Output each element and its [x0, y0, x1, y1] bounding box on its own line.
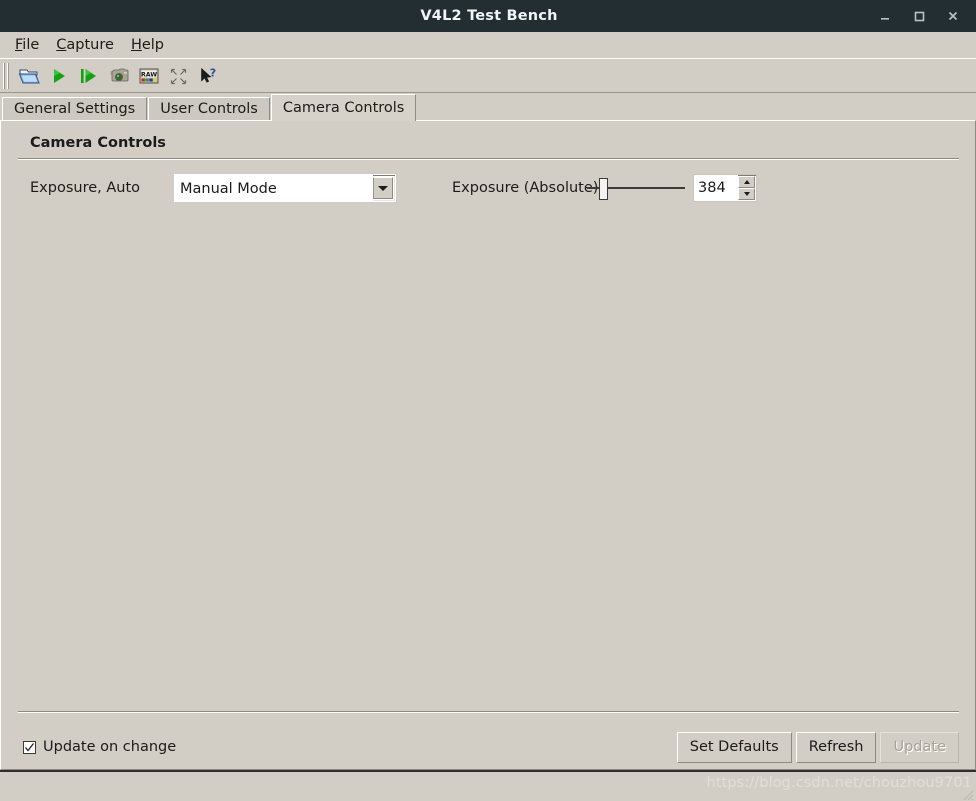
exposure-auto-label: Exposure, Auto: [30, 180, 141, 196]
tab-camera-controls[interactable]: Camera Controls: [270, 94, 417, 121]
whats-this-icon: ?: [201, 66, 216, 82]
toolbar-drag-handle[interactable]: [3, 62, 11, 89]
group-title: Camera Controls: [30, 135, 166, 151]
set-defaults-button[interactable]: Set Defaults: [676, 731, 792, 763]
play-step-icon: [81, 68, 96, 83]
toolbar-fullscreen[interactable]: [164, 61, 194, 91]
svg-text:?: ?: [210, 66, 216, 79]
menu-capture[interactable]: Capture: [48, 35, 123, 55]
maximize-icon: [914, 11, 925, 22]
play-icon: [54, 68, 65, 83]
exposure-auto-value: Manual Mode: [175, 175, 373, 201]
menu-file-label: ile: [22, 37, 40, 53]
spinbox-decrement-button[interactable]: [738, 188, 755, 200]
exposure-absolute-label: Exposure (Absolute): [452, 180, 599, 196]
chevron-down-icon: [743, 192, 750, 196]
menu-file[interactable]: File: [7, 35, 48, 55]
open-folder-icon: [18, 69, 40, 83]
application-window: V4L2 Test Bench File Capture Help RAW ? …: [0, 0, 976, 801]
window-title: V4L2 Test Bench: [420, 8, 558, 24]
close-button[interactable]: [936, 1, 970, 31]
close-icon: [948, 11, 958, 21]
tab-general-settings[interactable]: General Settings: [2, 97, 148, 120]
minimize-icon: [881, 18, 889, 20]
menu-bar: File Capture Help: [0, 32, 976, 59]
minimize-button[interactable]: [868, 1, 902, 31]
title-bar: V4L2 Test Bench: [0, 0, 976, 32]
toolbar-play[interactable]: [44, 61, 74, 91]
exposure-auto-combobox[interactable]: Manual Mode: [174, 174, 396, 202]
slider-handle[interactable]: [599, 178, 608, 200]
update-on-change-checkbox[interactable]: Update on change: [23, 739, 176, 755]
chevron-down-icon: [378, 185, 388, 191]
camera-controls-panel: Camera Controls Exposure, Auto Manual Mo…: [0, 120, 976, 770]
checkmark-icon: [25, 742, 34, 751]
update-on-change-label: Update on change: [43, 739, 177, 755]
menu-help-mnemonic: H: [130, 37, 142, 53]
resize-grip-icon[interactable]: [960, 789, 974, 800]
tab-user-controls[interactable]: User Controls: [148, 97, 270, 120]
tab-bar: General Settings User Controls Camera Co…: [0, 93, 976, 121]
bottom-bar: Update on change Set Defaults Refresh Up…: [1, 713, 975, 769]
watermark-text: https://blog.csdn.net/chouzhou9701: [706, 775, 972, 791]
menu-capture-mnemonic: C: [56, 37, 67, 53]
exposure-absolute-value[interactable]: 384: [694, 175, 738, 201]
exposure-auto-dropdown-button[interactable]: [373, 177, 393, 199]
fullscreen-icon: [170, 68, 187, 84]
exposure-absolute-spinbox[interactable]: 384: [693, 174, 757, 202]
menu-capture-label: apture: [66, 37, 114, 53]
maximize-button[interactable]: [902, 1, 936, 31]
spinbox-buttons: [738, 176, 755, 200]
checkbox-box[interactable]: [23, 740, 36, 754]
action-buttons: Set Defaults Refresh Update: [676, 731, 959, 763]
status-bar: https://blog.csdn.net/chouzhou9701: [0, 770, 976, 801]
camera-icon: [110, 68, 129, 81]
panel-content: Camera Controls Exposure, Auto Manual Mo…: [1, 121, 975, 711]
spinbox-increment-button[interactable]: [738, 176, 755, 188]
toolbar-raw[interactable]: RAW: [134, 61, 164, 91]
refresh-button[interactable]: Refresh: [795, 731, 877, 763]
svg-text:RAW: RAW: [141, 71, 157, 78]
menu-help[interactable]: Help: [123, 35, 173, 55]
exposure-absolute-slider[interactable]: [587, 174, 685, 202]
toolbar-open[interactable]: [14, 61, 44, 91]
raw-icon: RAW: [139, 68, 159, 83]
toolbar-whats-this[interactable]: ?: [194, 61, 224, 91]
toolbar-snapshot[interactable]: [104, 61, 134, 91]
controls-area: Exposure, Auto Manual Mode Exposure (Abs…: [18, 160, 959, 202]
menu-help-label: elp: [141, 37, 164, 53]
chevron-up-icon: [743, 180, 750, 184]
window-controls: [868, 1, 976, 31]
toolbar: RAW ?: [0, 59, 976, 93]
toolbar-step[interactable]: [74, 61, 104, 91]
update-button: Update: [880, 731, 959, 763]
